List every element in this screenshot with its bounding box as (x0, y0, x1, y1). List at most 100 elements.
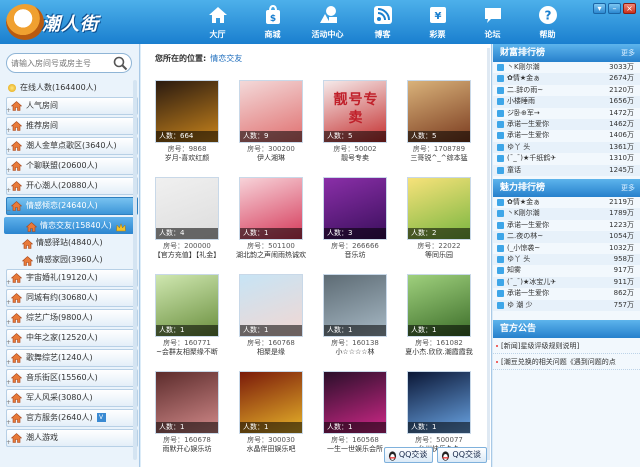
room-thumbnail[interactable]: 人数：1 (155, 274, 219, 337)
room-card[interactable]: 人数：1 房号：501100 湖北韵之声闹雨热诚欢 (236, 177, 306, 261)
sidebar-item[interactable]: + 推荐房间 (6, 117, 138, 135)
sidebar-item[interactable]: + 宇宙婚礼(19120人) (6, 269, 138, 287)
rank-row[interactable]: (ˉ_ˉ)★千纸鹤✈ 1310万 (493, 153, 640, 164)
rank-row[interactable]: ゆ 潮 少 757万 (493, 299, 640, 311)
rank-row[interactable]: 知雾 917万 (493, 265, 640, 276)
room-card[interactable]: 人数：1 房号：160768 相聚是缘 (239, 274, 303, 358)
room-thumbnail[interactable]: 人数：1 (323, 371, 387, 434)
search-input[interactable] (11, 57, 113, 70)
room-name[interactable]: 伊人湘琳 (233, 153, 309, 163)
sidebar-item[interactable]: + 歌舞综艺(1240人) (6, 349, 138, 367)
room-name[interactable]: 水晶伴田娱乐吧 (233, 444, 309, 454)
sidebar-item[interactable]: + 个聊联盟(20600人) (6, 157, 138, 175)
announcement-item[interactable]: [新闻]星级评级规则说明] (493, 338, 640, 354)
room-name[interactable]: ~会群友相聚缘不断 (149, 347, 225, 357)
sidebar-item[interactable]: + 音乐街区(15560人) (6, 369, 138, 387)
room-name[interactable]: 一生一世娱乐会所 (317, 444, 393, 454)
rank-row[interactable]: ゆ丫 头 1361万 (493, 141, 640, 154)
room-thumbnail[interactable]: 人数：1 (407, 371, 471, 434)
sidebar-item[interactable]: + 官方服务(2640人) V (6, 409, 138, 427)
room-thumbnail[interactable]: 人数：664 (155, 80, 219, 143)
room-name[interactable]: 【官方充值】【礼金】 (149, 250, 225, 260)
room-thumbnail[interactable]: 人数：9 (239, 80, 303, 143)
rank-row[interactable]: 二.夜の林~ 1054万 (493, 231, 640, 243)
room-card[interactable]: 人数：1 房号：161082 夏小杰.欣欣.潮霞霞我 (405, 274, 473, 358)
nav-forum[interactable]: 论坛 (465, 0, 520, 44)
room-card[interactable]: 人数：3 房号：266666 音乐坊 (323, 177, 387, 261)
sidebar-item[interactable]: + 中年之家(12520人) (6, 329, 138, 347)
room-card[interactable]: 人数：1 房号：160678 雨默开心娱乐坊 (155, 371, 219, 455)
sidebar-item[interactable]: + 人气房间 (6, 97, 138, 115)
sidebar-item[interactable]: + 军人风采(3080人) (6, 389, 138, 407)
rank-row[interactable]: 丶K刚尔潮 3033万 (493, 62, 640, 73)
room-card[interactable]: 人数：1房号：500077台州快乐久久 (407, 371, 471, 455)
sidebar-item[interactable]: + 潮人金草点歌区(3640人) (6, 137, 138, 155)
rank-row[interactable]: 承诺一生爱你 862万 (493, 288, 640, 299)
rank-row[interactable]: 小楼睡雨 1656万 (493, 96, 640, 108)
rank-row[interactable]: (ˉ_ˉ)★冰宝儿✈ 911万 (493, 276, 640, 289)
minimize-button[interactable]: – (608, 3, 621, 14)
room-name[interactable]: 相聚是缘 (233, 347, 309, 357)
nav-mall[interactable]: $ 商城 (245, 0, 300, 44)
nav-activity[interactable]: 活动中心 (300, 0, 355, 44)
room-card[interactable]: 人数：5 房号：1708789 三哥锐^_^综本猛 (407, 80, 471, 164)
room-card[interactable]: 人数：1 房号：160771 ~会群友相聚缘不断 (155, 274, 219, 358)
room-thumbnail[interactable]: 靓号专卖 人数：5 (323, 80, 387, 143)
charm-more-link[interactable]: 更多 (621, 179, 635, 197)
qq-chat-button[interactable]: QQ交谈 (383, 447, 434, 463)
sidebar-item[interactable]: + 开心潮人(20880人) (6, 177, 138, 195)
wealth-more-link[interactable]: 更多 (621, 44, 635, 62)
room-thumbnail[interactable]: 人数：2 (407, 177, 471, 240)
room-name[interactable]: 小☆☆☆☆林 (317, 347, 393, 357)
room-name[interactable]: 等同乐园 (401, 250, 477, 260)
rank-row[interactable]: 丶K刚尔潮 1789万 (493, 208, 640, 220)
room-name[interactable]: 靓号专卖 (317, 153, 393, 163)
room-thumbnail[interactable]: 人数：5 (407, 80, 471, 143)
rank-row[interactable]: ゆ丫 头 958万 (493, 253, 640, 266)
rank-row[interactable]: ✿情★金ぁ 2674万 (493, 73, 640, 85)
room-card[interactable]: 靓号专卖 人数：5 房号：50002 靓号专卖 (323, 80, 387, 164)
rank-row[interactable]: 二.辞の雨~ 2120万 (493, 85, 640, 96)
room-card[interactable]: 人数：2 房号：22022 等同乐园 (407, 177, 471, 261)
rank-row[interactable]: ✿情★金ぁ 2119万 (493, 197, 640, 208)
room-name[interactable]: 湖北韵之声闹雨热诚欢 (233, 250, 309, 260)
left-scrollbar[interactable] (133, 80, 137, 460)
sidebar-subitem[interactable]: 情感驿站(4840人) (0, 234, 140, 251)
close-button[interactable]: × (623, 3, 636, 14)
room-thumbnail[interactable]: 人数：4 (155, 177, 219, 240)
room-thumbnail[interactable]: 人数：3 (323, 177, 387, 240)
room-thumbnail[interactable]: 人数：1 (323, 274, 387, 337)
room-name[interactable]: 雨默开心娱乐坊 (149, 444, 225, 454)
rank-row[interactable]: 承诺一生爱你 1406万 (493, 130, 640, 141)
sidebar-item[interactable]: − 情感倾恋(24640人) (6, 197, 138, 215)
skin-button[interactable]: ▾ (593, 3, 606, 14)
announcement-item[interactable]: [潮豆兑换的相关问题《遇到问题的点 (493, 354, 640, 370)
room-name[interactable]: 岁月-喜欢红颜 (149, 153, 225, 163)
rank-row[interactable]: 承诺一生爱你 1223万 (493, 220, 640, 231)
room-thumbnail[interactable]: 人数：1 (407, 274, 471, 337)
qq-chat-button[interactable]: QQ交谈 (437, 447, 487, 463)
rank-row[interactable]: ジ卧⊕军→ 1472万 (493, 108, 640, 119)
sidebar-subitem[interactable]: 情感家园(3960人) (0, 251, 140, 268)
breadcrumb-current[interactable]: 情恋交友 (210, 54, 242, 63)
rank-row[interactable]: 承诺一生爱你 1462万 (493, 118, 640, 131)
rank-row[interactable]: (_小惊袭~ 1032万 (493, 243, 640, 254)
nav-help[interactable]: ? 帮助 (520, 0, 575, 44)
room-card[interactable]: 人数：1 房号：160138 小☆☆☆☆林 (323, 274, 387, 358)
room-card[interactable]: 人数：664 房号：9868 岁月-喜欢红颜 (155, 80, 219, 164)
room-card[interactable]: 人数：1 房号：300030 水晶伴田娱乐吧 (239, 371, 303, 455)
sidebar-subitem[interactable]: 情恋交友(15840人) (4, 217, 134, 234)
nav-lobby[interactable]: 大厅 (190, 0, 245, 44)
room-thumbnail[interactable]: 人数：1 (239, 371, 303, 434)
room-thumbnail[interactable]: 人数：1 (239, 274, 303, 337)
nav-blog[interactable]: 博客 (355, 0, 410, 44)
room-card[interactable]: 人数：4 房号：200000 【官方充值】【礼金】 (154, 177, 220, 261)
sidebar-item[interactable]: + 综艺广场(9800人) (6, 309, 138, 327)
sidebar-item[interactable]: + 潮人游戏 (6, 429, 138, 447)
room-thumbnail[interactable]: 人数：1 (155, 371, 219, 434)
room-card[interactable]: 人数：9 房号：300200 伊人湘琳 (239, 80, 303, 164)
rank-row[interactable]: 童话 1245万 (493, 164, 640, 176)
nav-lottery[interactable]: ¥ 彩票 (410, 0, 465, 44)
room-name[interactable]: 音乐坊 (317, 250, 393, 260)
room-thumbnail[interactable]: 人数：1 (239, 177, 303, 240)
